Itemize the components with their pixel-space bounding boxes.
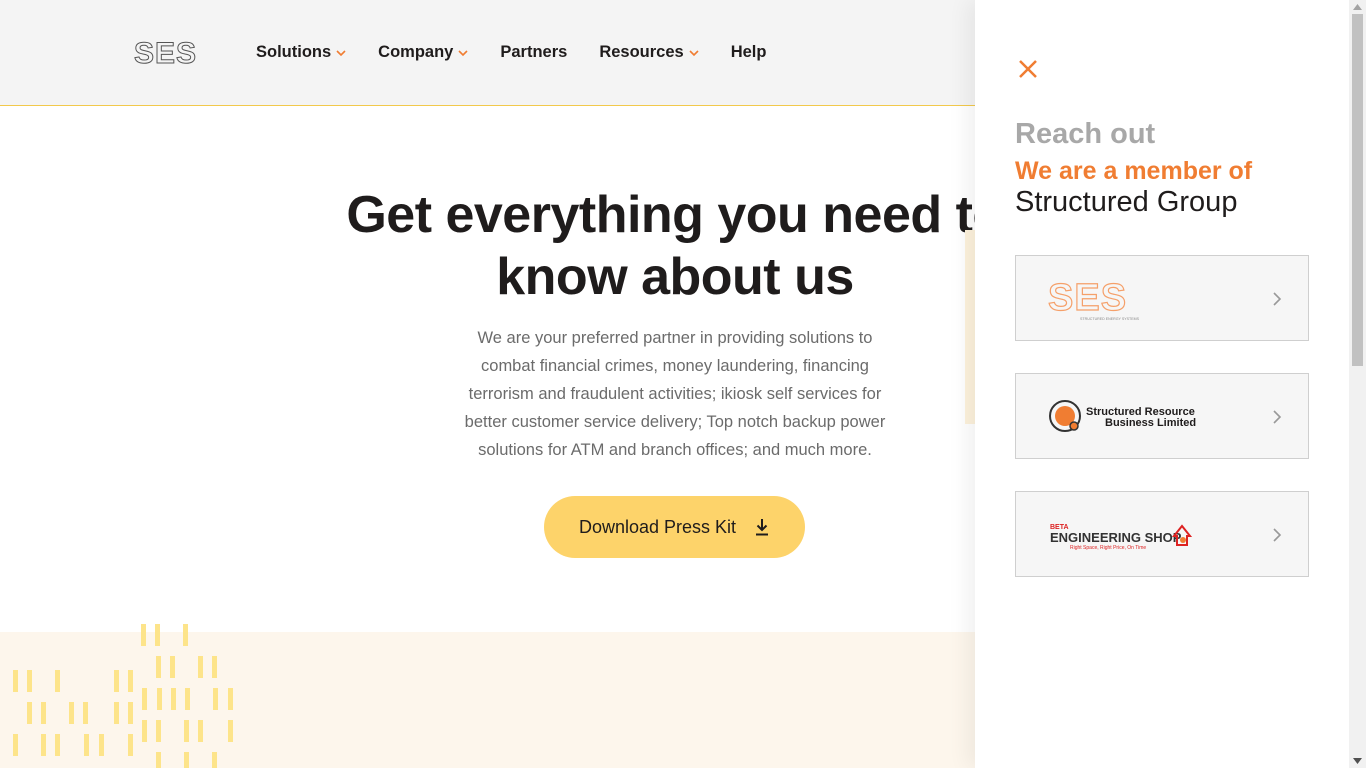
nav-solutions-label: Solutions <box>256 43 332 61</box>
group-name: Structured Group <box>1015 186 1238 218</box>
download-icon <box>756 519 769 536</box>
nav-help[interactable]: Help <box>731 43 767 62</box>
page-scrollbar[interactable] <box>1349 0 1366 768</box>
nav-company-label: Company <box>378 43 454 61</box>
decorative-bars-pattern <box>13 624 233 768</box>
nav-company[interactable]: Company <box>378 43 468 62</box>
nav-resources-label: Resources <box>599 43 684 61</box>
svg-text:SES: SES <box>134 38 197 68</box>
close-icon[interactable] <box>1015 56 1041 82</box>
chevron-down-icon <box>689 49 699 56</box>
svg-text:Right Space, Right Price, On T: Right Space, Right Price, On Time <box>1070 545 1146 551</box>
scroll-down-arrow-icon[interactable] <box>1353 758 1362 764</box>
chevron-down-icon <box>458 49 468 56</box>
chevron-right-icon <box>1273 292 1282 306</box>
hero-description: We are your preferred partner in providi… <box>464 329 886 459</box>
nav-solutions[interactable]: Solutions <box>256 43 346 62</box>
scroll-up-arrow-icon[interactable] <box>1353 4 1362 10</box>
company-card-ses[interactable]: SES STRUCTURED ENERGY SYSTEMS <box>1015 255 1309 341</box>
svg-text:SES: SES <box>1048 278 1127 319</box>
chevron-right-icon <box>1273 528 1282 542</box>
hero-title-line1: Get everything you need to <box>346 186 1004 244</box>
hero-title-line2: know about us <box>496 248 854 306</box>
hero-title: Get everything you need to know about us <box>300 184 1050 308</box>
ses-company-logo: SES STRUCTURED ENERGY SYSTEMS <box>1048 278 1140 321</box>
reach-out-drawer: Reach out We are a member of Structured … <box>975 0 1349 768</box>
structured-resource-logo: Structured Resource Business Limited <box>1049 400 1196 432</box>
beta-engineering-shop-logo: BETA ENGINEERING SHOP Right Space, Right… <box>1050 524 1193 551</box>
nav-partners-label: Partners <box>500 43 568 61</box>
chevron-down-icon <box>336 49 346 56</box>
nav-resources[interactable]: Resources <box>599 43 699 62</box>
nav-partners[interactable]: Partners <box>500 43 567 62</box>
member-of-text: We are a member of <box>1015 157 1253 185</box>
download-press-kit-label: Download Press Kit <box>578 516 737 537</box>
company-card-beta-engineering-shop[interactable]: BETA ENGINEERING SHOP Right Space, Right… <box>1015 491 1309 577</box>
svg-text:ENGINEERING SHOP: ENGINEERING SHOP <box>1050 530 1182 545</box>
ses-logo[interactable]: SES <box>134 38 210 68</box>
main-nav: Solutions Company Partners Resources Hel… <box>256 43 798 62</box>
scrollbar-thumb[interactable] <box>1352 14 1363 366</box>
svg-text:Business Limited: Business Limited <box>1105 417 1196 429</box>
nav-help-label: Help <box>730 43 767 61</box>
chevron-right-icon <box>1273 410 1282 424</box>
download-press-kit-button[interactable]: Download Press Kit <box>544 496 805 558</box>
company-card-structured-resource[interactable]: Structured Resource Business Limited <box>1015 373 1309 459</box>
svg-text:STRUCTURED ENERGY SYSTEMS: STRUCTURED ENERGY SYSTEMS <box>1080 317 1140 321</box>
reach-out-heading: Reach out <box>1015 118 1156 150</box>
